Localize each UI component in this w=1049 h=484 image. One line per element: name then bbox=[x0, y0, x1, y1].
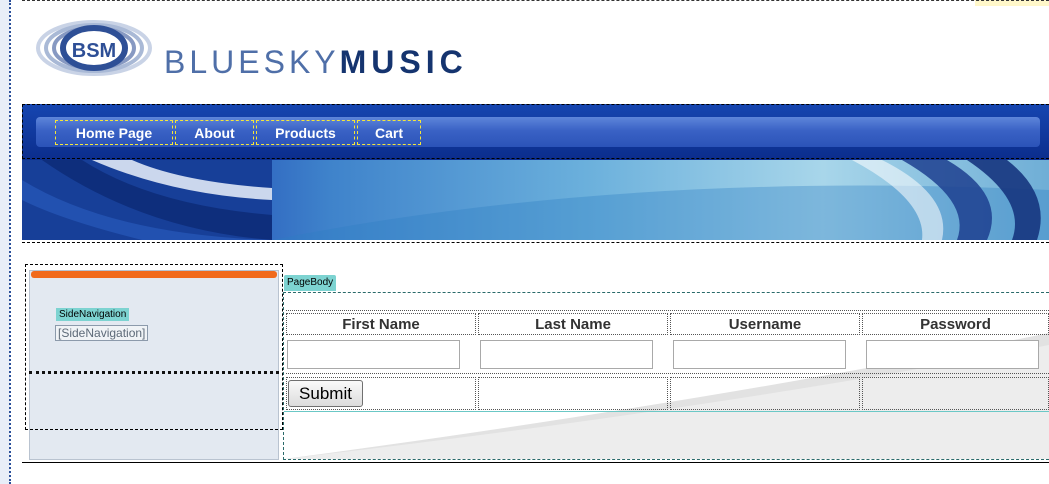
logo-text: BSM bbox=[72, 40, 116, 62]
form-row-divider bbox=[286, 373, 1049, 374]
form-cell bbox=[670, 377, 860, 410]
form-row-divider bbox=[286, 310, 1049, 311]
brand-name-bold: MUSIC bbox=[339, 44, 468, 80]
column-header-first-name: First Name bbox=[286, 313, 476, 335]
side-navigation-frame bbox=[25, 264, 283, 430]
username-input[interactable] bbox=[673, 340, 846, 369]
last-name-input[interactable] bbox=[480, 340, 653, 369]
brand-name-light: BLUESKY bbox=[164, 44, 340, 80]
bsm-logo: BSM bbox=[36, 20, 152, 76]
side-navigation-placeholder[interactable]: [SideNavigation] bbox=[55, 325, 149, 341]
column-header-password: Password bbox=[862, 313, 1049, 335]
page-body-teal-rule bbox=[284, 411, 1049, 412]
content-separator bbox=[22, 242, 1049, 243]
page-body-tag[interactable]: PageBody bbox=[284, 275, 337, 291]
brand-name: BLUESKYMUSIC bbox=[164, 44, 468, 81]
footer-separator bbox=[22, 462, 1049, 463]
column-header-username: Username bbox=[670, 313, 860, 335]
form-cell bbox=[478, 377, 668, 410]
column-header-last-name: Last Name bbox=[478, 313, 668, 335]
side-navigation-tag[interactable]: SideNavigation bbox=[56, 308, 130, 321]
submit-button[interactable]: Submit bbox=[288, 380, 363, 407]
designer-guide-line bbox=[9, 0, 11, 484]
banner-swoosh-graphic bbox=[22, 160, 1049, 240]
nav-frame bbox=[22, 104, 1049, 159]
form-cell bbox=[862, 377, 1049, 410]
first-name-input[interactable] bbox=[287, 340, 460, 369]
header-banner bbox=[22, 160, 1049, 240]
password-input[interactable] bbox=[866, 340, 1039, 369]
side-navigation-divider bbox=[29, 371, 279, 374]
